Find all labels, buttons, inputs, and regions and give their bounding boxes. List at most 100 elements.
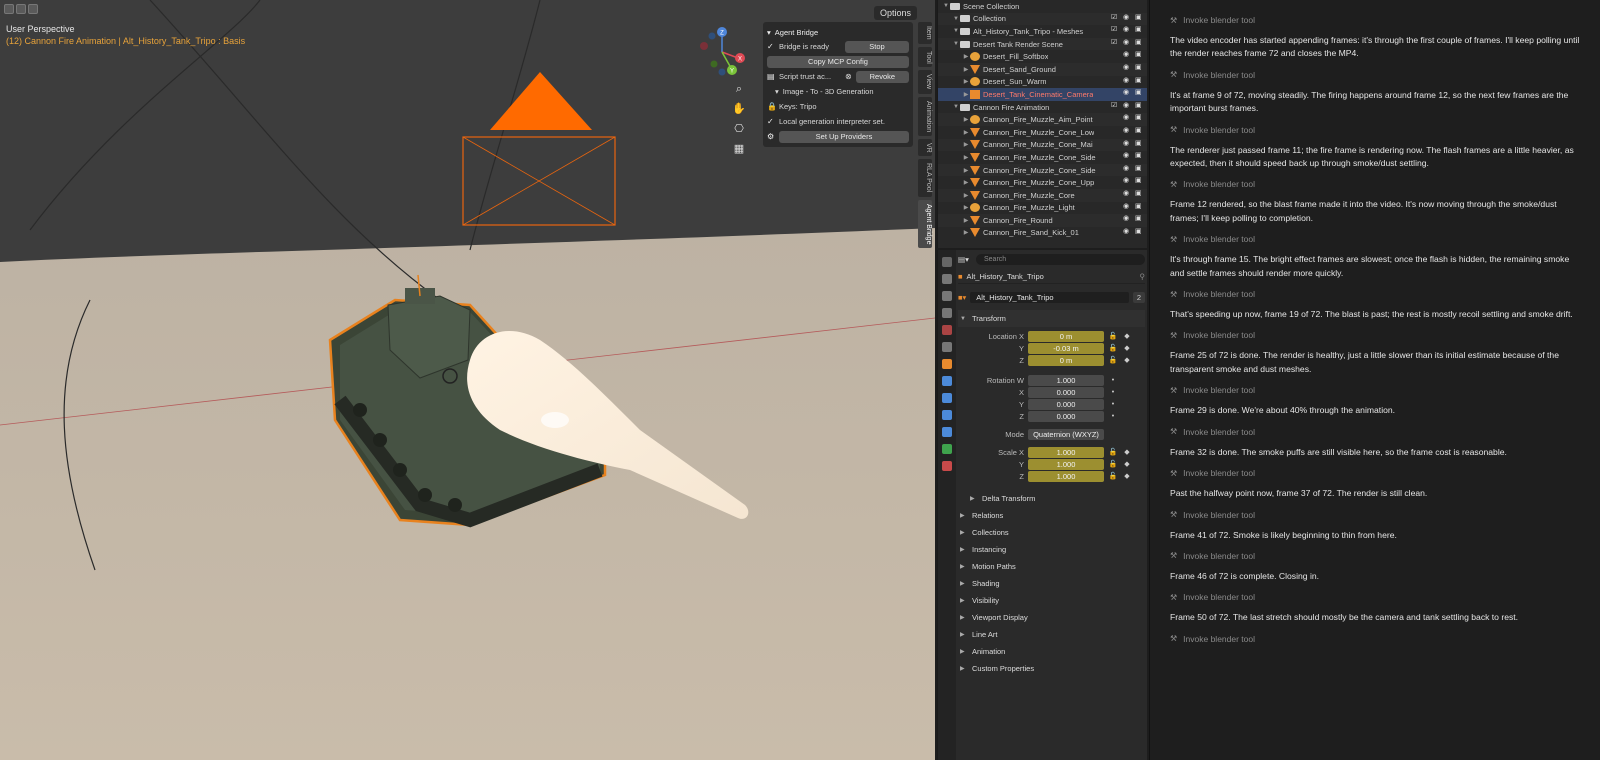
disclosure-arrow-icon[interactable]: ▶ [962,91,970,98]
object-name-field[interactable]: Alt_History_Tank_Tripo [970,291,1129,303]
rotation-w-field[interactable]: 1.000 [1028,374,1104,386]
keyframe-icon[interactable]: ◆ [1122,460,1132,468]
outliner-row[interactable]: ▼ Scene Collection [938,0,1147,13]
eye-icon[interactable]: ◉ [1123,203,1131,211]
camera-render-icon[interactable]: ▣ [1135,165,1143,173]
camera-render-icon[interactable]: ▣ [1135,190,1143,198]
eye-icon[interactable]: ◉ [1123,177,1131,185]
copy-mcp-config-button[interactable]: Copy MCP Config [767,55,909,68]
camera-render-icon[interactable]: ▣ [1135,127,1143,135]
outliner-row[interactable]: ▼ Collection ☑ ◉ ▣ [938,12,1147,26]
tool-call-line[interactable]: ⚒ Invoke blender tool [1170,12,1584,28]
outliner-row[interactable]: ▼ Desert Tank Render Scene ☑ ◉ ▣ [938,37,1147,51]
x-circle-icon[interactable]: ⊗ [845,72,852,81]
select-mode-buttons[interactable] [4,4,38,14]
disclosure-arrow-icon[interactable]: ▶ [962,179,970,186]
camera-render-icon[interactable]: ▣ [1135,14,1143,22]
outliner-row[interactable]: ▶Cannon_Fire_Muzzle_Core☑◉▣ [938,188,1147,202]
properties-section-header[interactable]: ▶ Shading [958,575,1145,592]
location-z-field[interactable]: 0 m [1028,354,1104,366]
disclosure-arrow-icon[interactable]: ▼ [952,104,960,110]
eye-icon[interactable]: ◉ [1123,89,1131,97]
tool-call-line[interactable]: ⚒ Invoke blender tool [1170,122,1584,138]
disclosure-arrow-icon[interactable]: ▶ [962,116,970,123]
editor-type-icon[interactable]: ▤▾ [958,255,972,264]
eye-icon[interactable]: ◉ [1123,14,1131,22]
pan-hand-icon[interactable]: ✋ [732,102,746,116]
lock-icon[interactable]: 🔓 [1108,356,1118,364]
outliner-row[interactable]: ▶Desert_Sand_Ground☑◉▣ [938,62,1147,76]
checkbox-icon[interactable]: ☑ [1111,14,1119,22]
tool-call-line[interactable]: ⚒ Invoke blender tool [1170,507,1584,523]
outliner-row[interactable]: ▶Cannon_Fire_Sand_Kick_01☑◉▣ [938,227,1147,240]
outliner-row[interactable]: ▶Cannon_Fire_Muzzle_Light☑◉▣ [938,202,1147,215]
keyframe-dot-icon[interactable]: • [1108,377,1118,384]
eye-icon[interactable]: ◉ [1123,39,1131,47]
disclosure-arrow-icon[interactable]: ▶ [962,129,970,136]
camera-render-icon[interactable]: ▣ [1135,140,1143,148]
lock-icon[interactable]: 🔓 [1108,332,1118,340]
keyframe-icon[interactable]: ◆ [1122,332,1132,340]
properties-section-header[interactable]: ▶ Motion Paths [958,558,1145,575]
disclosure-arrow-icon[interactable]: ▼ [942,3,950,9]
lock-icon[interactable]: 🔓 [1108,460,1118,468]
3d-viewport[interactable]: Options User Perspective (12) Cannon Fir… [0,0,935,760]
tool-call-line[interactable]: ⚒ Invoke blender tool [1170,631,1584,647]
outliner-row[interactable]: ▶Cannon_Fire_Muzzle_Cone_Upp☑◉▣ [938,176,1147,189]
checkbox-icon[interactable]: ☑ [1111,26,1119,34]
eye-icon[interactable]: ◉ [1123,215,1131,223]
camera-render-icon[interactable]: ▣ [1135,51,1143,59]
properties-section-header[interactable]: ▶ Instancing [958,541,1145,558]
lock-icon[interactable]: 🔓 [1108,344,1118,352]
tab-vr[interactable]: VR [918,138,932,157]
rotation-x-field[interactable]: 0.000 [1028,386,1104,398]
disclosure-arrow-icon[interactable]: ▶ [962,217,970,224]
select-extend-icon[interactable] [16,4,26,14]
setup-providers-button[interactable]: Set Up Providers [779,130,909,143]
agent-bridge-header[interactable]: ▾ Agent Bridge [767,25,909,39]
eye-icon[interactable]: ◉ [1123,152,1131,160]
outliner-row[interactable]: ▶Cannon_Fire_Muzzle_Aim_Point☑◉▣ [938,113,1147,126]
disclosure-arrow-icon[interactable]: ▶ [962,167,970,174]
tool-call-line[interactable]: ⚒ Invoke blender tool [1170,231,1584,247]
eye-icon[interactable]: ◉ [1123,190,1131,198]
lock-icon[interactable]: 🔓 [1108,448,1118,456]
outliner-row[interactable]: ▶Cannon_Fire_Muzzle_Cone_Side☑◉▣ [938,163,1147,177]
rotation-mode-select[interactable]: Quaternion (WXYZ) [1028,428,1104,440]
outliner-row[interactable]: ▼ Alt_History_Tank_Tripo - Meshes ☑ ◉ ▣ [938,25,1147,38]
lock-icon[interactable]: 🔓 [1108,472,1118,480]
world-tab-icon[interactable] [942,342,952,352]
camera-render-icon[interactable]: ▣ [1135,228,1143,236]
outliner-row[interactable]: ▶Cannon_Fire_Muzzle_Cone_Low☑◉▣ [938,126,1147,139]
tool-call-line[interactable]: ⚒ Invoke blender tool [1170,286,1584,302]
select-box-icon[interactable] [4,4,14,14]
outliner-row[interactable]: ▶Desert_Tank_Cinematic_Camera☑◉▣ [938,88,1147,101]
rotation-z-field[interactable]: 0.000 [1028,410,1104,422]
revoke-button[interactable]: Revoke [855,70,909,83]
tool-call-line[interactable]: ⚒ Invoke blender tool [1170,327,1584,343]
keyframe-dot-icon[interactable]: • [1108,401,1118,408]
disclosure-arrow-icon[interactable]: ▶ [962,141,970,148]
eye-icon[interactable]: ◉ [1123,102,1131,110]
transform-panel-header[interactable]: ▼ Transform [958,310,1145,327]
tool-call-line[interactable]: ⚒ Invoke blender tool [1170,465,1584,481]
eye-icon[interactable]: ◉ [1123,140,1131,148]
camera-render-icon[interactable]: ▣ [1135,77,1143,85]
outliner-row[interactable]: ▶Desert_Sun_Warm☑◉▣ [938,76,1147,89]
view-layer-tab-icon[interactable] [942,308,952,318]
tool-call-line[interactable]: ⚒ Invoke blender tool [1170,589,1584,605]
disclosure-arrow-icon[interactable]: ▶ [962,192,970,199]
eye-icon[interactable]: ◉ [1123,51,1131,59]
tool-call-line[interactable]: ⚒ Invoke blender tool [1170,548,1584,564]
outliner-row[interactable]: ▶Cannon_Fire_Round☑◉▣ [938,214,1147,227]
eye-icon[interactable]: ◉ [1123,114,1131,122]
disclosure-arrow-icon[interactable]: ▶ [962,78,970,85]
delta-transform-header[interactable]: ▶ Delta Transform [958,490,1145,507]
properties-section-header[interactable]: ▶ Visibility [958,592,1145,609]
camera-view-icon[interactable]: ⎔ [732,122,746,136]
tool-tab-icon[interactable] [942,257,952,267]
properties-section-header[interactable]: ▶ Custom Properties [958,660,1145,677]
pin-icon[interactable]: ⚲ [1140,272,1146,281]
disclosure-arrow-icon[interactable]: ▼ [952,41,960,47]
camera-render-icon[interactable]: ▣ [1135,64,1143,72]
